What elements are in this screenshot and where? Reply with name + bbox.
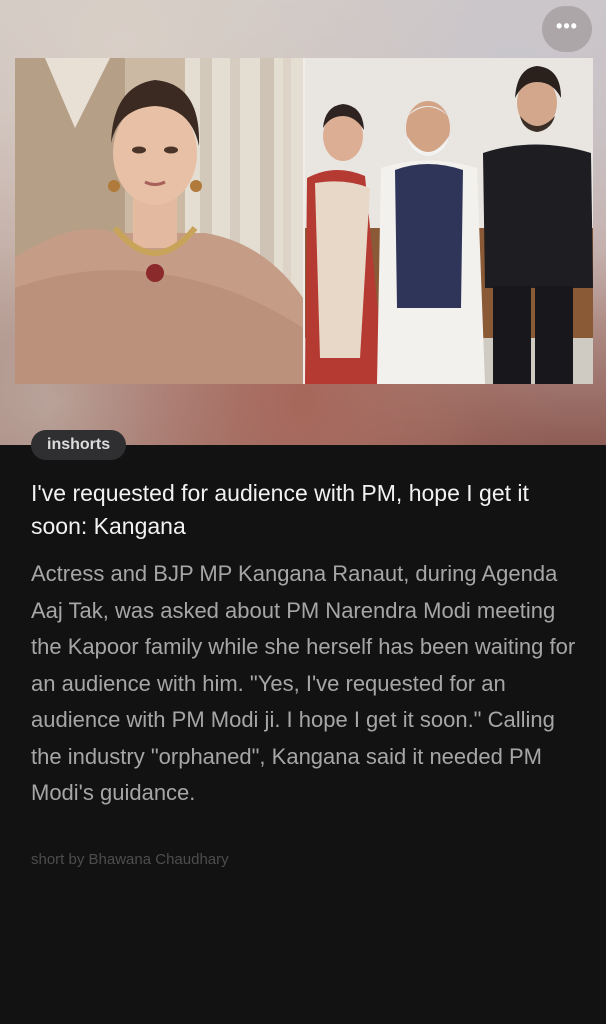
more-options-button[interactable]: ••• xyxy=(542,6,592,52)
news-headline[interactable]: I've requested for audience with PM, hop… xyxy=(31,477,576,543)
news-body: Actress and BJP MP Kangana Ranaut, durin… xyxy=(31,561,576,805)
inshorts-brand-badge: inshorts xyxy=(31,430,127,460)
news-image xyxy=(15,58,593,384)
author-byline: short by Bhawana Chaudhary xyxy=(31,851,229,868)
news-card-screen: ••• inshorts I've requested for audience… xyxy=(0,0,606,1024)
more-icon: ••• xyxy=(556,16,578,36)
